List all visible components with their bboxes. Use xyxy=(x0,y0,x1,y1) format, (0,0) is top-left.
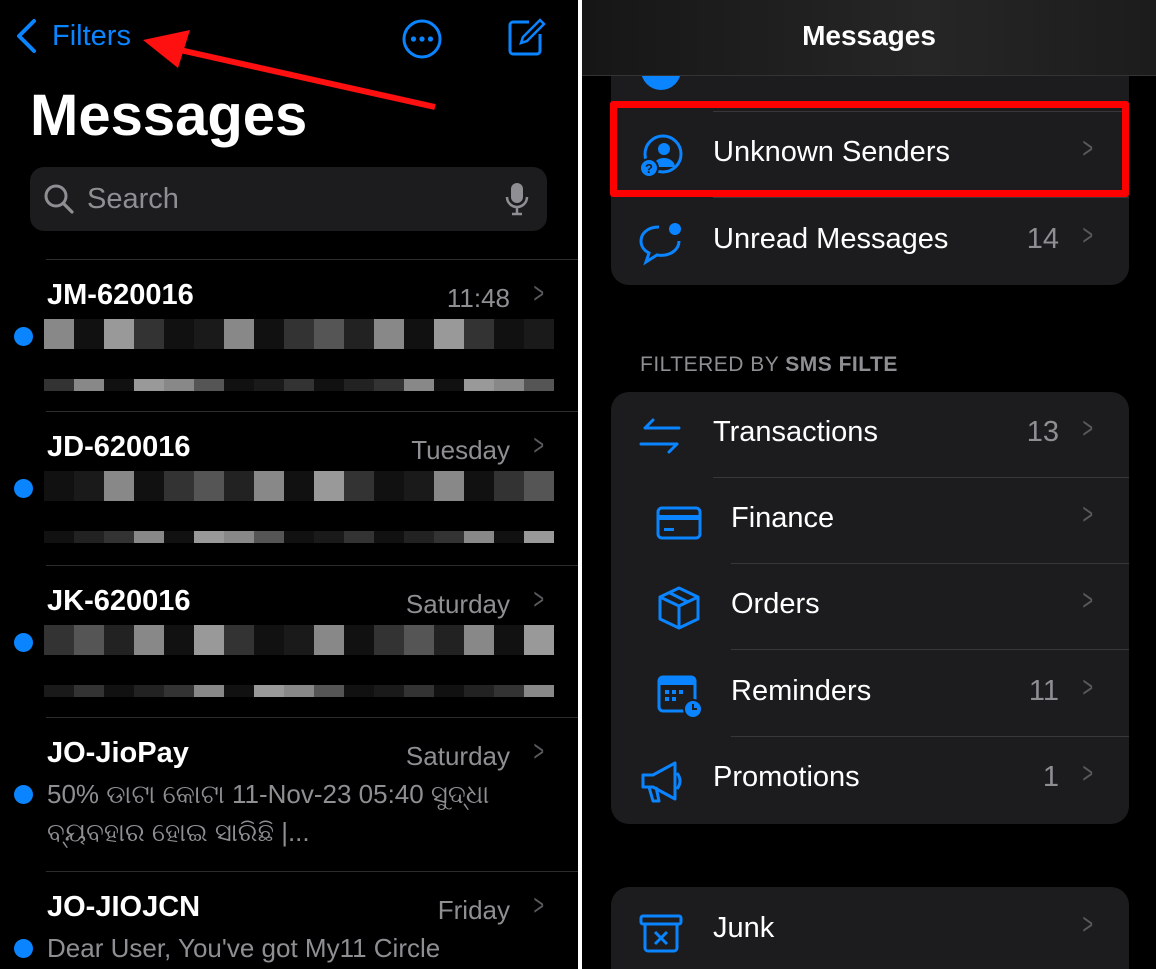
message-preview: Dear User, You've got My11 Circle xyxy=(47,933,441,963)
chevron-right-icon: > xyxy=(1082,671,1094,704)
nav-bar: Messages xyxy=(582,0,1156,76)
megaphone-icon xyxy=(641,761,682,803)
row-divider xyxy=(46,259,578,260)
redacted-preview xyxy=(44,379,554,391)
chevron-right-icon: > xyxy=(533,735,545,768)
filter-count: 13 xyxy=(1026,416,1059,448)
conversation-row[interactable]: JO-JIOJCN Friday > Dear User, You've got… xyxy=(0,871,578,969)
filters-screen: Known Senders > ? Unknown Senders > Unre… xyxy=(582,0,1156,969)
chevron-right-icon: > xyxy=(1082,908,1094,941)
row-divider xyxy=(46,565,578,566)
sender-name: JD-620016 xyxy=(47,431,191,463)
filter-row-finance[interactable]: Finance > xyxy=(611,478,1129,564)
search-placeholder: Search xyxy=(87,183,179,215)
conversation-row[interactable]: JM-620016 11:48 > xyxy=(0,259,578,411)
sender-name: JM-620016 xyxy=(47,279,194,311)
sender-name: JO-JIOJCN xyxy=(47,891,201,923)
annotation-arrow xyxy=(143,30,436,110)
timestamp: Saturday xyxy=(405,589,510,619)
row-divider xyxy=(46,871,578,872)
unread-dot xyxy=(14,939,33,958)
chevron-right-icon: > xyxy=(1082,412,1094,445)
highlight-box xyxy=(610,101,1129,197)
chevron-right-icon: > xyxy=(1082,584,1094,617)
conversation-row[interactable]: JO-JioPay Saturday > 50% ଡାଟା କୋଟା 11-No… xyxy=(0,717,578,871)
box-icon xyxy=(658,586,700,630)
chevron-right-icon: > xyxy=(1082,498,1094,531)
chevron-right-icon: > xyxy=(533,889,545,922)
redacted-preview xyxy=(44,319,554,349)
section-header: FILTERED BY SMS FILTE xyxy=(640,353,898,377)
filter-row-orders[interactable]: Orders > xyxy=(611,564,1129,650)
filter-label: Junk xyxy=(713,912,775,944)
section-header-bold: SMS FILTE xyxy=(785,353,898,376)
filter-row-promotions[interactable]: Promotions 1 > xyxy=(611,737,1129,823)
unread-dot xyxy=(14,327,33,346)
filter-label: Unread Messages xyxy=(713,223,949,255)
messages-list-screen: Filters Messages Search JM-620016 11:48 … xyxy=(0,0,578,969)
filter-row-unread-messages[interactable]: Unread Messages 14 > xyxy=(611,199,1129,285)
message-badge-icon xyxy=(639,223,681,266)
redacted-preview xyxy=(44,471,554,501)
unread-dot xyxy=(14,633,33,652)
section-header-prefix: FILTERED BY xyxy=(640,353,786,376)
search-icon xyxy=(44,184,74,214)
conversation-row[interactable]: JD-620016 Tuesday > xyxy=(0,411,578,565)
filter-label: Transactions xyxy=(713,416,878,448)
filter-count: 14 xyxy=(1026,223,1059,255)
filter-row-junk[interactable]: Junk > xyxy=(611,888,1129,968)
row-divider xyxy=(731,649,1129,650)
filter-count: 11 xyxy=(1028,675,1059,707)
timestamp: Friday xyxy=(437,895,510,925)
microphone-icon[interactable] xyxy=(505,181,529,217)
filter-label: Promotions xyxy=(713,761,860,793)
timestamp: 11:48 xyxy=(446,283,510,313)
filter-label: Orders xyxy=(731,588,820,620)
credit-card-icon xyxy=(656,506,702,540)
timestamp: Saturday xyxy=(405,741,510,771)
chevron-right-icon: > xyxy=(1082,757,1094,790)
unread-dot xyxy=(14,785,33,804)
sender-name: JO-JioPay xyxy=(47,737,189,769)
row-divider xyxy=(713,197,1129,198)
search-input[interactable]: Search xyxy=(30,167,547,231)
filter-row-reminders[interactable]: Reminders 11 > xyxy=(611,651,1129,737)
trash-x-icon xyxy=(639,914,683,953)
row-divider xyxy=(46,717,578,718)
chevron-right-icon: > xyxy=(533,277,545,310)
filter-row-transactions[interactable]: Transactions 13 > xyxy=(611,392,1129,478)
filter-group-2: Transactions 13 > Finance > Orders > Rem… xyxy=(611,392,1129,824)
chevron-right-icon: > xyxy=(533,583,545,616)
redacted-preview xyxy=(44,685,554,697)
conversation-row[interactable]: JK-620016 Saturday > xyxy=(0,565,578,717)
redacted-preview xyxy=(44,625,554,655)
filter-group-3: Junk > xyxy=(611,887,1129,969)
row-divider xyxy=(46,411,578,412)
calendar-clock-icon xyxy=(657,675,703,719)
nav-title: Messages xyxy=(802,20,936,51)
timestamp: Tuesday xyxy=(411,435,510,465)
filter-count: 1 xyxy=(1042,761,1059,793)
unread-dot xyxy=(14,479,33,498)
sender-name: JK-620016 xyxy=(47,585,191,617)
filter-label: Reminders xyxy=(731,675,872,707)
chevron-right-icon: > xyxy=(1082,219,1094,252)
arrows-left-right-icon xyxy=(639,418,681,454)
filter-label: Finance xyxy=(731,502,835,534)
redacted-preview xyxy=(44,531,554,543)
chevron-right-icon: > xyxy=(533,429,545,462)
message-preview: 50% ଡାଟା କୋଟା 11-Nov-23 05:40 ସୁଦ୍ଧା ବ୍ୟ… xyxy=(47,779,490,847)
